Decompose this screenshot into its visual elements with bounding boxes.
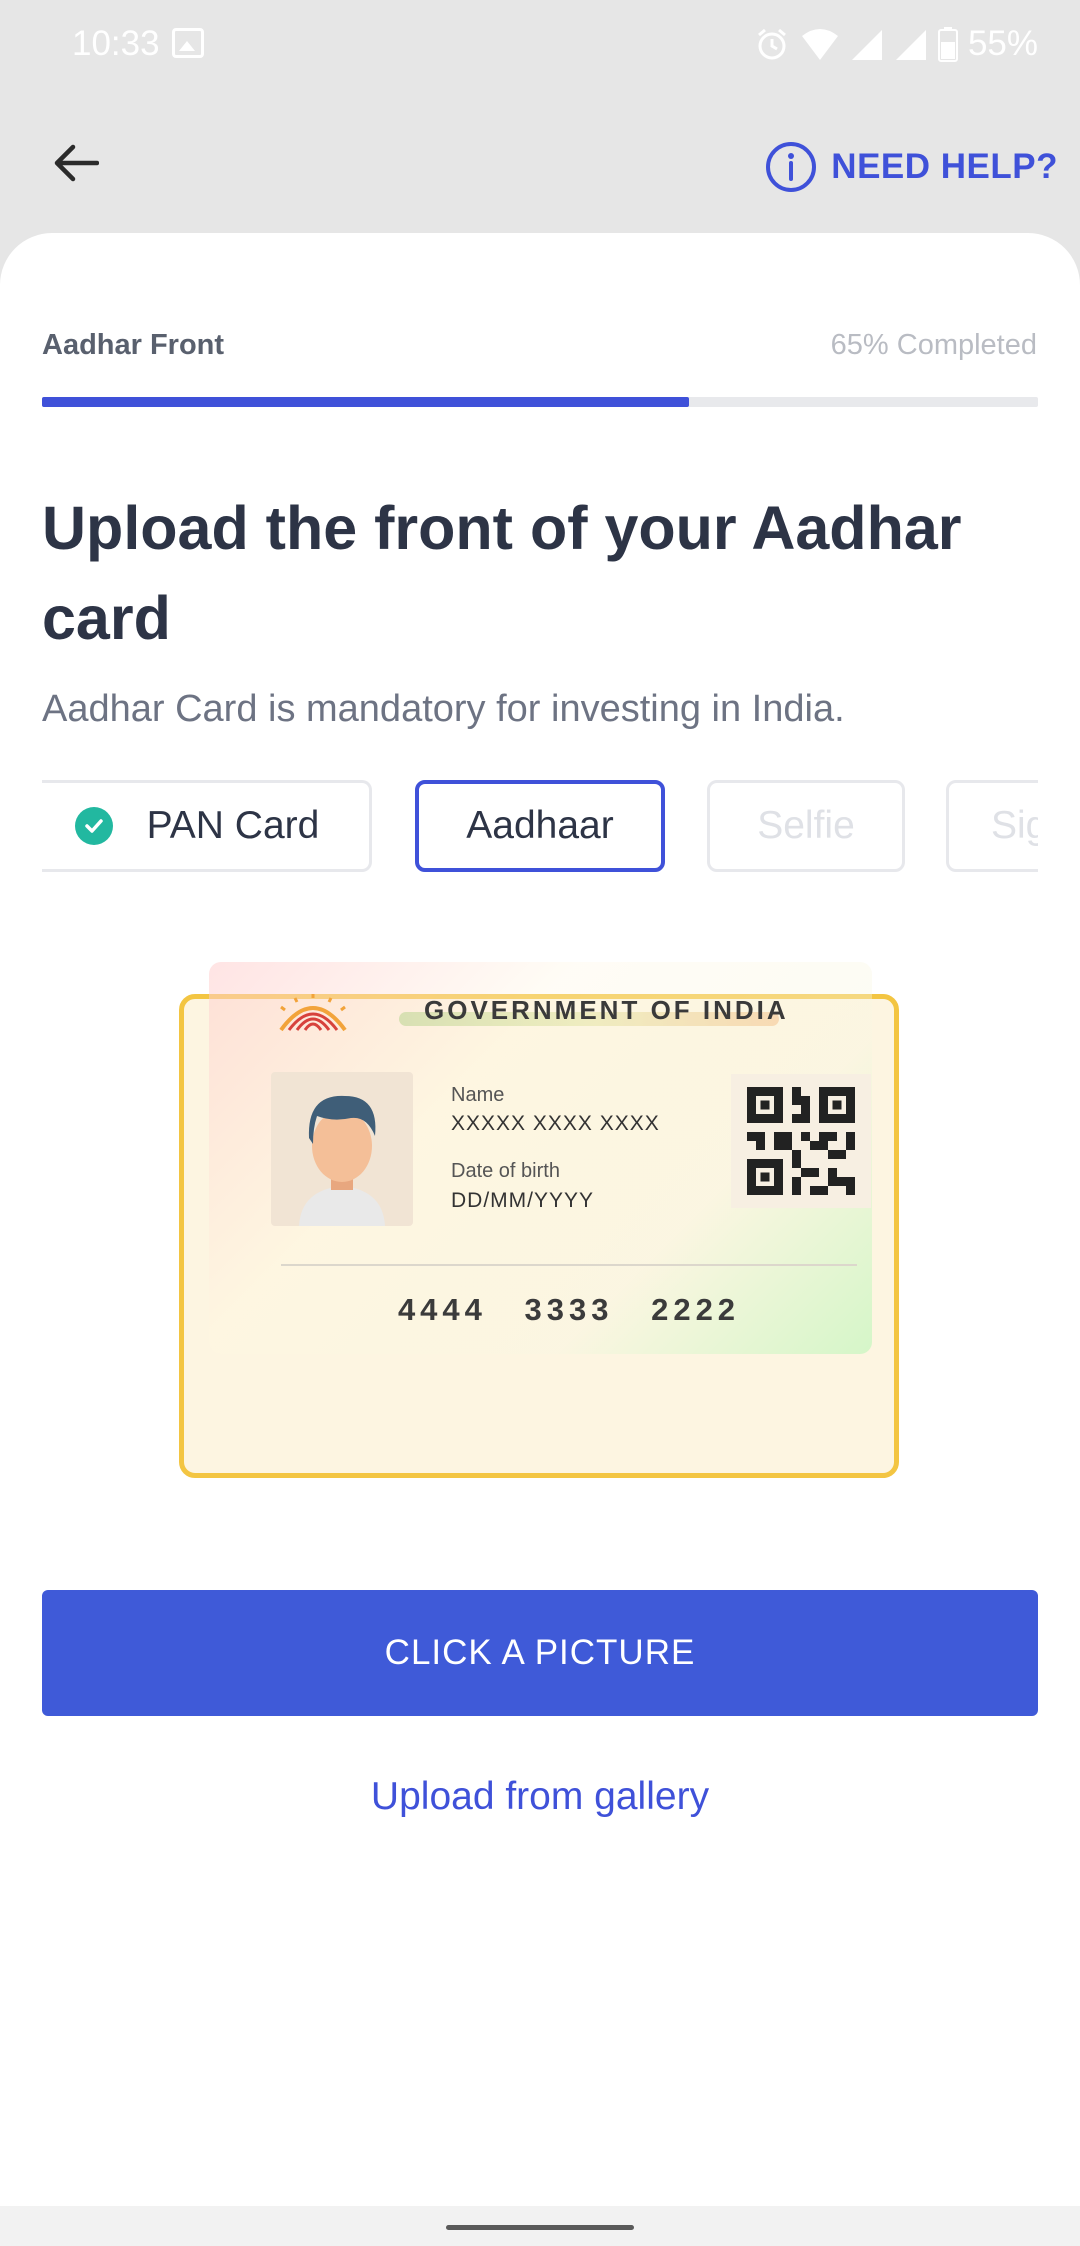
document-tabs: PAN Card Aadhaar Selfie Sig	[42, 780, 1038, 876]
card-name-label: Name	[451, 1084, 505, 1106]
status-bar: 10:33 55%	[0, 0, 1080, 90]
wifi-icon	[801, 29, 838, 60]
tab-label: Aadhaar	[466, 804, 614, 847]
gallery-icon	[172, 28, 204, 58]
aadhaar-card: GOVERNMENT OF INDIA Name XXXXX XXXX XXXX…	[209, 962, 872, 1354]
tab-pan-card[interactable]: PAN Card	[42, 780, 372, 872]
card-divider	[281, 1264, 857, 1266]
signal-icon	[895, 30, 926, 60]
tab-label: PAN Card	[146, 804, 320, 847]
card-dob-value: DD/MM/YYYY	[451, 1189, 595, 1212]
aadhaar-emblem-icon	[279, 994, 347, 1032]
tab-selfie: Selfie	[707, 780, 905, 872]
tab-aadhaar[interactable]: Aadhaar	[415, 780, 665, 872]
card-photo	[271, 1072, 413, 1226]
aadhaar-card-illustration: GOVERNMENT OF INDIA Name XXXXX XXXX XXXX…	[179, 962, 899, 1478]
click-picture-button[interactable]: CLICK A PICTURE	[42, 1590, 1038, 1716]
card-name-value: XXXXX XXXX XXXX	[451, 1112, 660, 1135]
card-number: 4444 3333 2222	[397, 1292, 741, 1327]
home-indicator[interactable]	[446, 2225, 634, 2230]
need-help-label: NEED HELP?	[831, 147, 1058, 186]
upload-from-gallery-link[interactable]: Upload from gallery	[0, 1775, 1080, 1819]
tab-label: Sig	[991, 804, 1038, 847]
qr-code-icon	[731, 1074, 871, 1208]
navigation-bar	[0, 2206, 1080, 2246]
back-button[interactable]	[40, 128, 110, 198]
progress-text: 65% Completed	[830, 329, 1037, 361]
tab-signature: Sig	[946, 780, 1038, 872]
check-circle-icon	[74, 807, 113, 845]
person-avatar-icon	[299, 1095, 385, 1226]
status-time: 10:33	[72, 24, 160, 63]
battery-icon	[937, 27, 958, 62]
tab-label: Selfie	[757, 804, 855, 847]
battery-percentage: 55%	[967, 24, 1038, 63]
progress-bar	[42, 397, 1038, 407]
card-dob-label: Date of birth	[451, 1160, 560, 1182]
status-icons: 55%	[754, 20, 1038, 68]
progress-bar-fill	[42, 397, 690, 407]
signal-icon	[851, 30, 882, 60]
app-header: NEED HELP?	[0, 90, 1080, 240]
alarm-icon	[757, 28, 786, 60]
card-government-title: GOVERNMENT OF INDIA	[424, 995, 789, 1025]
page-title: Upload the front of your Aadhar card	[42, 494, 962, 652]
page-subtitle: Aadhar Card is mandatory for investing i…	[42, 688, 845, 730]
need-help-button[interactable]: NEED HELP?	[765, 132, 1058, 202]
info-icon	[766, 142, 817, 192]
arrow-left-icon	[54, 144, 99, 182]
step-name: Aadhar Front	[42, 329, 225, 361]
